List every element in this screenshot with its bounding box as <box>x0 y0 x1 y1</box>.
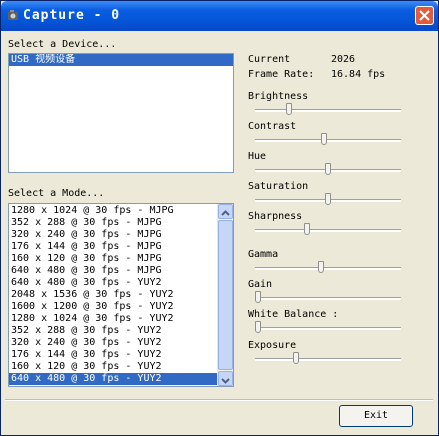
mode-list-item[interactable]: 320 x 240 @ 30 fps - MJPG <box>9 229 233 241</box>
mode-list-item[interactable]: 1280 x 1024 @ 30 fps - MJPG <box>9 205 233 217</box>
mode-list-item[interactable]: 2048 x 1536 @ 30 fps - YUY2 <box>9 289 233 301</box>
contrast-slider[interactable] <box>255 133 401 147</box>
title-bar[interactable]: Capture - 0 <box>1 1 438 31</box>
white-balance-slider-thumb[interactable] <box>255 321 261 333</box>
mode-scrollbar[interactable] <box>217 204 233 386</box>
white-balance-label: White Balance : <box>248 309 339 320</box>
exit-button[interactable]: Exit <box>339 405 413 427</box>
mode-list-item[interactable]: 352 x 288 @ 30 fps - MJPG <box>9 217 233 229</box>
gamma-label: Gamma <box>248 249 279 260</box>
device-list-item[interactable]: USB 视频设备 <box>9 54 233 66</box>
brightness-slider-thumb[interactable] <box>286 103 292 115</box>
current-value: 2026 <box>331 54 356 65</box>
window-title: Capture - 0 <box>23 8 121 23</box>
contrast-slider-track <box>255 139 401 142</box>
mode-list-item[interactable]: 640 x 480 @ 30 fps - YUY2 <box>9 277 233 289</box>
mode-label: Select a Mode... <box>8 188 105 199</box>
device-listbox[interactable]: USB 视频设备 <box>8 53 234 173</box>
mode-list-item[interactable]: 176 x 144 @ 30 fps - YUY2 <box>9 349 233 361</box>
brightness-label: Brightness <box>248 91 309 102</box>
gamma-slider-track <box>255 267 401 270</box>
exposure-slider-thumb[interactable] <box>293 352 299 364</box>
capture-window: Capture - 0 Select a Device... USB 视频设备 … <box>0 0 439 436</box>
contrast-slider-thumb[interactable] <box>321 133 327 145</box>
mode-list-item[interactable]: 640 x 480 @ 30 fps - YUY2 <box>9 373 233 385</box>
gamma-slider[interactable] <box>255 261 401 275</box>
scroll-up-button[interactable] <box>218 204 233 219</box>
hue-slider-thumb[interactable] <box>325 163 331 175</box>
hue-label: Hue <box>248 151 267 162</box>
white-balance-slider[interactable] <box>255 321 401 335</box>
divider <box>5 399 433 401</box>
exposure-slider-track <box>255 358 401 361</box>
mode-listbox[interactable]: 1280 x 1024 @ 30 fps - MJPG 352 x 288 @ 3… <box>8 203 234 387</box>
mode-list-item[interactable]: 1600 x 1200 @ 30 fps - YUY2 <box>9 301 233 313</box>
mode-list-item[interactable]: 352 x 288 @ 30 fps - YUY2 <box>9 325 233 337</box>
white-balance-slider-track <box>255 327 401 330</box>
gain-slider[interactable] <box>255 291 401 305</box>
framerate-label: Frame Rate: <box>248 69 315 80</box>
saturation-label: Saturation <box>248 181 309 192</box>
hue-slider[interactable] <box>255 163 401 177</box>
chevron-down-icon <box>221 378 230 384</box>
scroll-down-button[interactable] <box>218 371 233 386</box>
saturation-slider[interactable] <box>255 193 401 207</box>
gain-slider-thumb[interactable] <box>255 291 261 303</box>
close-button[interactable] <box>415 6 434 25</box>
framerate-value: 16.84 fps <box>331 69 386 80</box>
saturation-slider-thumb[interactable] <box>325 193 331 205</box>
mode-list-item[interactable]: 320 x 240 @ 30 fps - YUY2 <box>9 337 233 349</box>
camera-icon <box>8 10 18 20</box>
chevron-up-icon <box>221 210 230 216</box>
sharpness-slider-thumb[interactable] <box>304 223 310 235</box>
sharpness-slider[interactable] <box>255 223 401 237</box>
close-icon <box>419 10 430 21</box>
sharpness-slider-track <box>255 229 401 232</box>
brightness-slider-track <box>255 109 401 112</box>
exposure-label: Exposure <box>248 340 297 351</box>
sharpness-label: Sharpness <box>248 211 303 222</box>
mode-list-item[interactable]: 176 x 144 @ 30 fps - MJPG <box>9 241 233 253</box>
exposure-slider[interactable] <box>255 352 401 366</box>
mode-list-item[interactable]: 160 x 120 @ 30 fps - MJPG <box>9 253 233 265</box>
mode-list-item[interactable]: 640 x 480 @ 30 fps - MJPG <box>9 265 233 277</box>
device-label: Select a Device... <box>8 39 117 50</box>
scroll-thumb[interactable] <box>218 220 233 370</box>
brightness-slider[interactable] <box>255 103 401 117</box>
current-label: Current <box>248 54 291 65</box>
mode-list-item[interactable]: 1280 x 1024 @ 30 fps - YUY2 <box>9 313 233 325</box>
gain-slider-track <box>255 297 401 300</box>
mode-list-item[interactable]: 160 x 120 @ 30 fps - YUY2 <box>9 361 233 373</box>
gamma-slider-thumb[interactable] <box>318 261 324 273</box>
gain-label: Gain <box>248 279 273 290</box>
contrast-label: Contrast <box>248 121 297 132</box>
